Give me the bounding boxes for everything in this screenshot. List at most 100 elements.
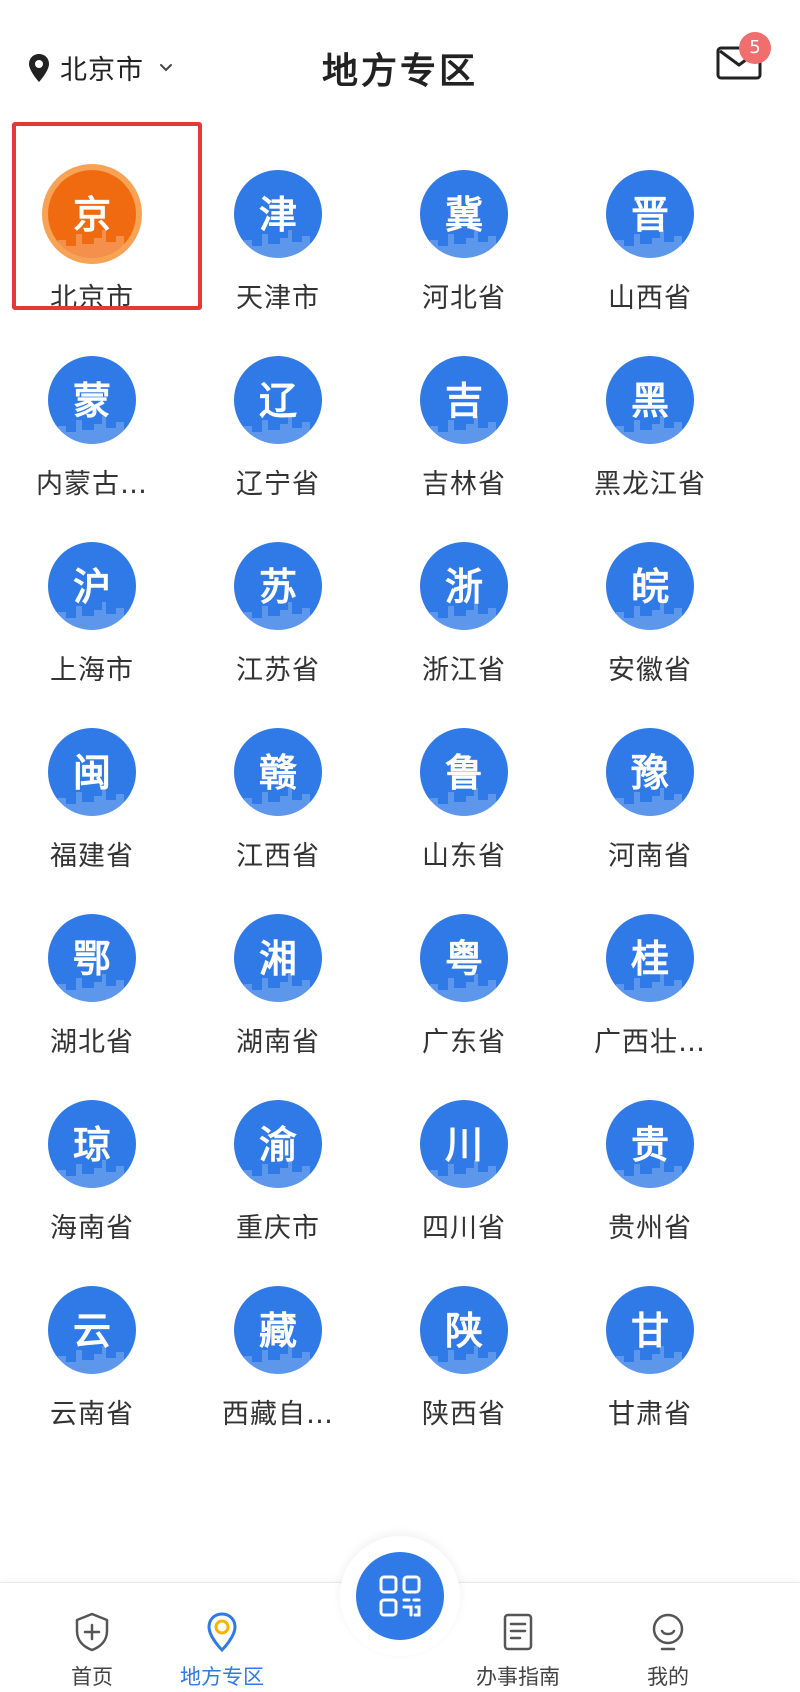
region-tile[interactable]: 鄂湖北省 <box>0 904 192 1074</box>
region-tile[interactable]: 蒙内蒙古… <box>0 346 192 516</box>
region-glyph: 川 <box>444 1123 483 1167</box>
region-emblem-icon: 豫 <box>606 728 694 816</box>
region-glyph: 浙 <box>444 565 483 609</box>
region-tile[interactable]: 苏江苏省 <box>178 532 378 702</box>
region-emblem-icon: 粤 <box>420 914 508 1002</box>
region-glyph: 黑 <box>630 379 669 423</box>
region-emblem-icon: 苏 <box>234 542 322 630</box>
region-tile[interactable]: 甘甘肃省 <box>550 1276 750 1446</box>
region-emblem-icon: 桂 <box>606 914 694 1002</box>
region-tile[interactable]: 晋山西省 <box>550 160 750 330</box>
region-label: 重庆市 <box>236 1213 320 1244</box>
region-glyph: 皖 <box>630 565 669 609</box>
region-glyph: 沪 <box>72 565 111 609</box>
nav-mine[interactable]: 我的 <box>588 1583 748 1692</box>
region-tile[interactable]: 皖安徽省 <box>550 532 750 702</box>
mail-count-badge: 5 <box>739 32 771 64</box>
document-icon <box>503 1613 533 1651</box>
region-emblem-icon: 琼 <box>48 1100 136 1188</box>
region-tile[interactable]: 沪上海市 <box>0 532 192 702</box>
region-emblem-icon: 黑 <box>606 356 694 444</box>
nav-guide-label: 办事指南 <box>476 1665 560 1689</box>
region-tile[interactable]: 藏西藏自… <box>178 1276 378 1446</box>
region-emblem-icon: 晋 <box>606 170 694 258</box>
region-label: 浙江省 <box>422 655 506 686</box>
nav-mine-label: 我的 <box>647 1665 689 1689</box>
region-tile[interactable]: 琼海南省 <box>0 1090 192 1260</box>
region-label: 河南省 <box>608 841 692 872</box>
region-label: 辽宁省 <box>236 469 320 500</box>
region-tile[interactable]: 津天津市 <box>178 160 378 330</box>
region-emblem-icon: 鄂 <box>48 914 136 1002</box>
region-glyph: 贵 <box>630 1123 669 1167</box>
scan-button[interactable] <box>356 1552 444 1640</box>
region-emblem-icon: 闽 <box>48 728 136 816</box>
region-tile[interactable]: 豫河南省 <box>550 718 750 888</box>
region-tile[interactable]: 鲁山东省 <box>364 718 564 888</box>
region-tile[interactable]: 湘湖南省 <box>178 904 378 1074</box>
region-glyph: 闽 <box>72 751 111 795</box>
region-glyph: 冀 <box>444 193 483 237</box>
region-label: 福建省 <box>50 841 134 872</box>
shield-icon <box>75 1612 109 1652</box>
region-label: 上海市 <box>50 655 134 686</box>
region-tile[interactable]: 冀河北省 <box>364 160 564 330</box>
region-label: 江西省 <box>236 841 320 872</box>
region-label: 西藏自… <box>222 1399 334 1430</box>
region-emblem-icon: 川 <box>420 1100 508 1188</box>
region-glyph: 湘 <box>258 937 297 981</box>
region-emblem-icon: 吉 <box>420 356 508 444</box>
nav-local-label: 地方专区 <box>180 1665 264 1689</box>
top-header: 北京市 地方专区 5 <box>0 0 800 130</box>
region-glyph: 鄂 <box>72 937 111 981</box>
region-tile[interactable]: 渝重庆市 <box>178 1090 378 1260</box>
region-glyph: 蒙 <box>72 379 111 423</box>
profile-icon <box>652 1613 684 1651</box>
region-glyph: 陕 <box>444 1309 483 1353</box>
region-emblem-icon: 沪 <box>48 542 136 630</box>
region-label: 云南省 <box>50 1399 134 1430</box>
region-glyph: 津 <box>258 193 297 237</box>
region-emblem-icon: 冀 <box>420 170 508 258</box>
region-glyph: 赣 <box>258 751 297 795</box>
region-glyph: 藏 <box>258 1309 297 1353</box>
region-tile[interactable]: 桂广西壮… <box>550 904 750 1074</box>
region-glyph: 粤 <box>444 937 483 981</box>
region-label: 湖南省 <box>236 1027 320 1058</box>
region-label: 广东省 <box>422 1027 506 1058</box>
region-label: 甘肃省 <box>608 1399 692 1430</box>
region-label: 山西省 <box>608 283 692 314</box>
region-tile[interactable]: 贵贵州省 <box>550 1090 750 1260</box>
region-emblem-icon: 赣 <box>234 728 322 816</box>
region-tile[interactable]: 浙浙江省 <box>364 532 564 702</box>
nav-local[interactable]: 地方专区 <box>142 1583 302 1692</box>
qr-code-icon <box>379 1575 421 1617</box>
region-glyph: 豫 <box>630 751 669 795</box>
region-label: 江苏省 <box>236 655 320 686</box>
region-tile[interactable]: 川四川省 <box>364 1090 564 1260</box>
region-label: 河北省 <box>422 283 506 314</box>
region-glyph: 云 <box>72 1309 111 1353</box>
selected-region-highlight <box>12 122 202 310</box>
region-emblem-icon: 渝 <box>234 1100 322 1188</box>
region-label: 吉林省 <box>422 469 506 500</box>
region-glyph: 甘 <box>630 1309 669 1353</box>
region-glyph: 渝 <box>258 1123 297 1167</box>
region-emblem-icon: 甘 <box>606 1286 694 1374</box>
region-tile[interactable]: 闽福建省 <box>0 718 192 888</box>
region-tile[interactable]: 陕陕西省 <box>364 1276 564 1446</box>
region-tile[interactable]: 赣江西省 <box>178 718 378 888</box>
region-glyph: 琼 <box>72 1123 111 1167</box>
region-tile[interactable]: 黑黑龙江省 <box>550 346 750 516</box>
region-tile[interactable]: 吉吉林省 <box>364 346 564 516</box>
region-label: 广西壮… <box>594 1027 706 1058</box>
nav-guide[interactable]: 办事指南 <box>438 1583 598 1692</box>
region-label: 贵州省 <box>608 1213 692 1244</box>
region-tile[interactable]: 辽辽宁省 <box>178 346 378 516</box>
region-tile[interactable]: 云云南省 <box>0 1276 192 1446</box>
region-emblem-icon: 辽 <box>234 356 322 444</box>
region-glyph: 吉 <box>444 379 483 423</box>
region-label: 湖北省 <box>50 1027 134 1058</box>
region-tile[interactable]: 粤广东省 <box>364 904 564 1074</box>
region-glyph: 苏 <box>258 565 297 609</box>
